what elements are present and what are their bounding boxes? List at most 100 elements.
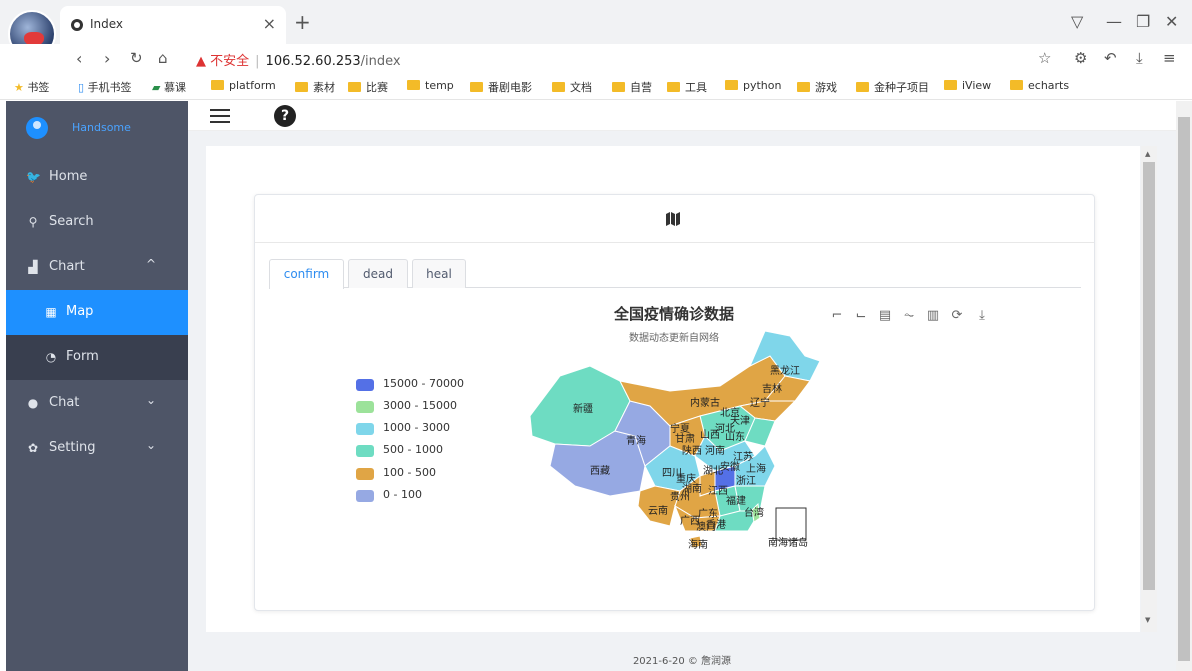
china-map[interactable]: 黑龙江 吉林 辽宁 内蒙古 北京 天津 河北 山西 山东 宁夏 甘肃 陕西 河南… [520, 326, 830, 556]
bookmark-item[interactable]: 游戏 [797, 79, 837, 95]
menu-icon[interactable]: ≡ [1163, 49, 1176, 67]
help-icon[interactable]: ? [274, 105, 296, 127]
forward-icon[interactable]: › [104, 49, 110, 68]
bird-icon: 🐦 [26, 170, 41, 184]
url-host: 106.52.60.253 [265, 54, 361, 69]
window-close-icon[interactable]: ✕ [1165, 12, 1178, 31]
user-name: Handsome [72, 121, 131, 134]
province-label: 澳门 [696, 520, 716, 533]
shield-icon[interactable]: ▽ [1071, 12, 1083, 31]
legend-item[interactable]: 1000 - 3000 [356, 420, 496, 438]
legend-swatch [356, 445, 374, 457]
bookmark-item[interactable]: ▰ 慕课 [152, 79, 186, 95]
legend-item[interactable]: 500 - 1000 [356, 442, 496, 460]
sidebar-item-search[interactable]: ⚲ Search [6, 200, 188, 245]
panel-scrollbar[interactable]: ▲ ▼ [1141, 146, 1157, 632]
province-label: 西藏 [590, 465, 610, 477]
footer: 2021-6-20 © 詹润源 [632, 656, 732, 667]
bookmark-item[interactable]: platform [211, 79, 276, 92]
scrollbar-thumb[interactable] [1143, 162, 1155, 590]
map-icon: ▦ [45, 305, 57, 319]
folder-icon [348, 82, 361, 92]
restore-icon[interactable]: ❐ [1136, 12, 1150, 31]
restore-icon[interactable]: ⟳ [948, 307, 966, 325]
data-view-icon[interactable]: ▤ [876, 307, 894, 325]
chevron-up-icon: ^ [145, 257, 156, 271]
bookmark-label: 文档 [570, 81, 592, 94]
scroll-up-icon[interactable]: ▲ [1145, 150, 1150, 158]
folder-icon [856, 82, 869, 92]
chat-icon: ● [27, 396, 39, 410]
legend-item[interactable]: 15000 - 70000 [356, 376, 496, 394]
chart-title: 全国疫情确诊数据 [613, 305, 734, 323]
minimize-icon[interactable]: — [1106, 12, 1122, 31]
legend-label: 100 - 500 [383, 466, 436, 479]
bookmark-item[interactable]: ★ 书签 [14, 79, 49, 95]
folder-icon [944, 80, 957, 90]
search-icon: ⚲ [28, 215, 38, 229]
legend-item[interactable]: 100 - 500 [356, 465, 496, 483]
bookmark-item[interactable]: ▯ 手机书签 [78, 79, 132, 95]
tab-dead[interactable]: dead [348, 259, 408, 288]
save-image-icon[interactable]: ⤓ [973, 307, 991, 325]
user-profile[interactable]: Handsome [6, 101, 188, 151]
tab-title: Index [90, 17, 124, 31]
province-label: 广东 [698, 507, 718, 520]
page-scrollbar[interactable] [1176, 101, 1192, 671]
browser-tab-strip: Index × + ▽ — ❐ ✕ [0, 0, 1192, 58]
bookmark-label: 慕课 [163, 81, 186, 94]
bookmark-item[interactable]: 比赛 [348, 79, 388, 95]
sidebar-item-map[interactable]: ▦ Map [6, 290, 188, 335]
back-icon[interactable]: ‹ [76, 49, 82, 68]
zoom-icon[interactable]: ⌐ [828, 307, 846, 325]
sidebar-item-form[interactable]: ◔ Form [6, 335, 188, 380]
bookmark-item[interactable]: 金种子项目 [856, 79, 929, 95]
reload-icon[interactable]: ↻ [130, 49, 143, 67]
line-chart-icon[interactable]: ⏦ [900, 307, 918, 325]
province-label: 吉林 [762, 382, 782, 395]
sidebar-item-chart[interactable]: ▟ Chart ^ [6, 245, 188, 290]
url-field[interactable]: ▲ 不安全 | 106.52.60.253/index [196, 50, 401, 69]
bookmark-item[interactable]: 番剧电影 [470, 79, 532, 95]
legend-item[interactable]: 0 - 100 [356, 487, 496, 505]
extensions-icon[interactable]: ⚙ [1074, 49, 1087, 67]
bookmark-label: 素材 [313, 81, 335, 94]
tab-heal[interactable]: heal [412, 259, 466, 288]
bar-chart-icon[interactable]: ▥ [924, 307, 942, 325]
sidebar-item-setting[interactable]: ✿ Setting ⌄ [6, 426, 188, 471]
new-tab-button[interactable]: + [294, 12, 311, 32]
bookmark-item[interactable]: 工具 [667, 79, 707, 95]
download-icon[interactable]: ⤓ [1136, 49, 1143, 67]
bookmark-label: iView [962, 79, 992, 92]
bookmark-item[interactable]: echarts [1010, 79, 1069, 92]
browser-tab[interactable]: Index × [60, 6, 286, 44]
bookmark-item[interactable]: 素材 [295, 79, 335, 95]
province-label: 山西 [700, 429, 720, 441]
folder-icon [1010, 80, 1023, 90]
sidebar-item-chat[interactable]: ● Chat ⌄ [6, 381, 188, 426]
scrollbar-thumb[interactable] [1178, 117, 1190, 661]
zoom-reset-icon[interactable]: ⌙ [852, 307, 870, 325]
tab-close-icon[interactable]: × [263, 14, 276, 33]
bookmark-item[interactable]: 自营 [612, 79, 652, 95]
home-icon[interactable]: ⌂ [158, 49, 168, 67]
tab-confirm[interactable]: confirm [269, 259, 344, 289]
scroll-down-icon[interactable]: ▼ [1145, 616, 1150, 624]
bookmark-item[interactable]: 文档 [552, 79, 592, 95]
legend-item[interactable]: 3000 - 15000 [356, 398, 496, 416]
undo-icon[interactable]: ↶ [1104, 49, 1117, 67]
chevron-down-icon: ⌄ [145, 393, 156, 407]
sidebar-item-home[interactable]: 🐦 Home [6, 155, 188, 200]
bookmark-label: temp [425, 79, 454, 92]
bookmark-item[interactable]: python [725, 79, 781, 92]
province-label: 福建 [726, 494, 746, 507]
sidebar-item-label: Chat [49, 395, 80, 410]
province-label: 南海诸岛 [768, 536, 808, 549]
bookmark-item[interactable]: iView [944, 79, 991, 92]
province-label: 上海 [746, 462, 766, 475]
folder-icon [797, 82, 810, 92]
bookmark-star-icon[interactable]: ☆ [1038, 49, 1051, 67]
province-label: 辽宁 [750, 396, 770, 409]
hamburger-menu-icon[interactable] [210, 109, 230, 123]
bookmark-item[interactable]: temp [407, 79, 454, 92]
